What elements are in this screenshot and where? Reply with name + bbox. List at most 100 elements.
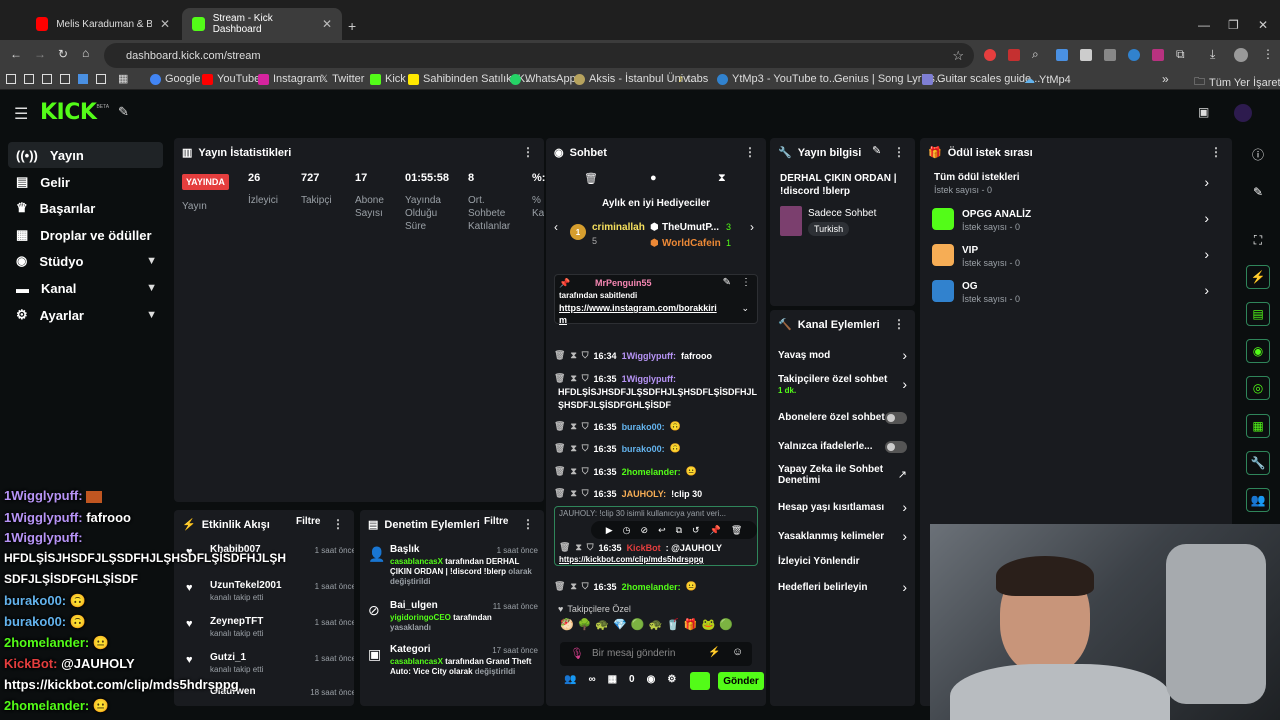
points-icon[interactable]: ▦ bbox=[608, 674, 617, 685]
reward-opgg[interactable]: OPGG ANALİZ İstek sayısı - 0 › bbox=[932, 208, 1217, 236]
emote-icon[interactable]: 🥙 bbox=[560, 618, 574, 631]
shield-icon[interactable]: ⛉ bbox=[582, 421, 589, 432]
more-options-icon[interactable]: ⋮ bbox=[893, 145, 905, 159]
message-user[interactable]: burako00: bbox=[622, 444, 665, 454]
chat-message[interactable]: 🗑 ⧗ ⛉ 16:35 burako00: 🙃 bbox=[554, 443, 764, 454]
message-user[interactable]: 1Wigglypuff: bbox=[622, 351, 676, 361]
shield-icon[interactable]: ⛉ bbox=[582, 373, 589, 384]
profile-avatar[interactable] bbox=[1234, 48, 1248, 62]
microphone-icon[interactable]: 🎙 bbox=[570, 647, 584, 660]
bookmark-icon[interactable] bbox=[6, 74, 16, 84]
trash-icon[interactable]: 🗑 bbox=[554, 421, 565, 432]
emoji-icon[interactable]: ☺ bbox=[732, 646, 743, 658]
trash-icon[interactable]: 🗑 bbox=[731, 525, 742, 536]
chevron-right-icon[interactable]: › bbox=[750, 220, 754, 234]
emote-icon[interactable]: 🐢 bbox=[649, 618, 663, 631]
hourglass-icon[interactable]: ⧗ bbox=[570, 350, 576, 361]
bookmark-ytmp3[interactable]: YtMp3 - YouTube to... bbox=[717, 73, 838, 85]
clock-icon[interactable]: ◷ bbox=[623, 525, 631, 536]
chat-message[interactable]: 🗑 ⧗ ⛉ 16:35 1Wigglypuff: bbox=[554, 373, 764, 384]
pinned-link-tail[interactable]: m bbox=[559, 315, 567, 325]
emote-icon[interactable]: 💎 bbox=[613, 618, 627, 631]
bookmark-tabs[interactable]: ♪ tabs bbox=[678, 73, 708, 85]
chat-icon[interactable]: ◉ bbox=[647, 674, 656, 685]
trash-icon[interactable]: 🗑 bbox=[554, 581, 565, 592]
edit-icon[interactable]: ✎ bbox=[1246, 180, 1270, 204]
top-gifter-name[interactable]: criminallah bbox=[592, 222, 645, 233]
hourglass-icon[interactable]: ⧗ bbox=[575, 542, 581, 553]
bookmark-twitter[interactable]: 𝕏 Twitter bbox=[320, 73, 364, 85]
hourglass-icon[interactable]: ⧗ bbox=[570, 488, 576, 499]
users-icon[interactable]: 👥 bbox=[1246, 488, 1270, 512]
subscribers-only-toggle[interactable] bbox=[885, 412, 907, 424]
shield-icon[interactable]: ⛉ bbox=[587, 542, 594, 553]
bookmark-icon[interactable] bbox=[60, 74, 70, 84]
reply-icon[interactable]: ↩ bbox=[658, 525, 666, 536]
action-subscribers-only[interactable]: Abonelere özel sohbet bbox=[770, 406, 915, 430]
back-icon[interactable]: ← bbox=[10, 47, 22, 61]
activity-user[interactable]: UzunTekel2001 bbox=[210, 580, 282, 591]
extension-icon[interactable] bbox=[984, 49, 996, 61]
hourglass-icon[interactable]: ⧗ bbox=[570, 373, 576, 384]
bookmark-guitar-scales[interactable]: Guitar scales guide... bbox=[922, 73, 1040, 85]
search-extension-icon[interactable]: ⌕ bbox=[1032, 47, 1039, 62]
kick-action-icon[interactable] bbox=[690, 672, 710, 690]
category-thumbnail[interactable] bbox=[780, 206, 802, 236]
shield-icon[interactable]: ⛉ bbox=[582, 443, 589, 454]
hourglass-icon[interactable]: ⧗ bbox=[718, 172, 726, 185]
message-user[interactable]: 1Wigglypuff: bbox=[622, 374, 676, 384]
apps-grid-icon[interactable]: ▦ bbox=[118, 72, 128, 85]
chevron-left-icon[interactable]: ‹ bbox=[554, 220, 558, 234]
expand-icon[interactable]: ⛶ bbox=[1246, 228, 1270, 252]
bolt-icon[interactable]: ⚡ bbox=[1246, 265, 1270, 289]
close-tab-icon[interactable]: ✕ bbox=[322, 17, 332, 31]
chat-icon[interactable]: ◉ bbox=[1246, 339, 1270, 363]
infinity-icon[interactable]: ∞ bbox=[588, 674, 595, 685]
shield-icon[interactable]: ⛉ bbox=[582, 488, 589, 499]
action-followers-only[interactable]: Takipçilere özel sohbet 1 dk. › bbox=[770, 372, 915, 400]
info-icon[interactable]: ⓘ bbox=[1246, 142, 1270, 166]
sidebar-item-gelir[interactable]: ▤ Gelir bbox=[8, 169, 163, 195]
emote-icon[interactable]: 🥤 bbox=[666, 618, 680, 631]
broadcast-icon[interactable]: ◎ bbox=[1246, 376, 1270, 400]
pin-icon[interactable]: 📌 bbox=[710, 525, 721, 536]
more-options-icon[interactable]: ⋮ bbox=[744, 145, 756, 159]
trash-icon[interactable]: 🗑 bbox=[554, 350, 565, 361]
bookmark-youtube[interactable]: YouTube bbox=[202, 73, 260, 85]
commands-icon[interactable]: ⚡ bbox=[708, 647, 720, 658]
message-user[interactable]: 2homelander: bbox=[622, 582, 681, 592]
emote-only-toggle[interactable] bbox=[885, 441, 907, 453]
new-tab-icon[interactable]: + bbox=[348, 18, 356, 34]
puzzle-icon[interactable]: ⧉ bbox=[1176, 47, 1185, 62]
pinned-by-user[interactable]: MrPenguin55 bbox=[595, 278, 652, 288]
emote-icon[interactable]: 🐸 bbox=[702, 618, 716, 631]
sidebar-item-studyo[interactable]: ◉ Stüdyo ▼ bbox=[8, 248, 163, 274]
extension-icon[interactable] bbox=[1104, 49, 1116, 61]
minimize-icon[interactable]: — bbox=[1198, 18, 1210, 32]
emote-icon[interactable]: 🟢 bbox=[631, 618, 645, 631]
trash-icon[interactable]: 🗑 bbox=[554, 466, 565, 477]
bookmark-icon[interactable] bbox=[24, 74, 34, 84]
reply-preview[interactable]: JAUHOLY: !clip 30 isimli kullanıcıya yan… bbox=[559, 509, 726, 518]
close-window-icon[interactable]: ✕ bbox=[1258, 18, 1268, 32]
emote-icon[interactable]: 🎁 bbox=[684, 618, 698, 631]
more-options-icon[interactable]: ⋮ bbox=[1210, 145, 1222, 159]
filter-button[interactable]: Filtre bbox=[296, 516, 320, 527]
extension-icon[interactable] bbox=[1152, 49, 1164, 61]
bot-clip-link[interactable]: https://kickbot.com/clip/mds5hdrsppg bbox=[559, 555, 703, 564]
users-icon[interactable]: 👥 bbox=[564, 674, 576, 685]
reward-vip[interactable]: VIP İstek sayısı - 0 › bbox=[932, 244, 1217, 272]
chat-message[interactable]: 🗑 ⧗ ⛉ 16:35 burako00: 🙃 bbox=[554, 421, 764, 432]
undo-icon[interactable]: ↺ bbox=[692, 525, 700, 536]
chevron-down-icon[interactable]: ⌄ bbox=[741, 303, 749, 314]
sidebar-item-yayin[interactable]: ((•)) Yayın bbox=[8, 142, 163, 168]
bookmark-icon[interactable] bbox=[96, 74, 106, 84]
sidebar-item-droplar[interactable]: ▦ Droplar ve ödüller bbox=[8, 222, 163, 248]
more-options-icon[interactable]: ⋮ bbox=[332, 517, 344, 531]
reload-icon[interactable]: ↻ bbox=[58, 47, 68, 61]
trash-icon[interactable]: 🗑 bbox=[554, 488, 565, 499]
shield-extension-icon[interactable] bbox=[1080, 49, 1092, 61]
wrench-icon[interactable]: 🔧 bbox=[1246, 451, 1270, 475]
action-set-goals[interactable]: Hedefleri belirleyin › bbox=[770, 576, 915, 600]
chat-message[interactable]: 🗑 ⧗ ⛉ 16:34 1Wigglypuff: fafrooo bbox=[554, 350, 764, 361]
